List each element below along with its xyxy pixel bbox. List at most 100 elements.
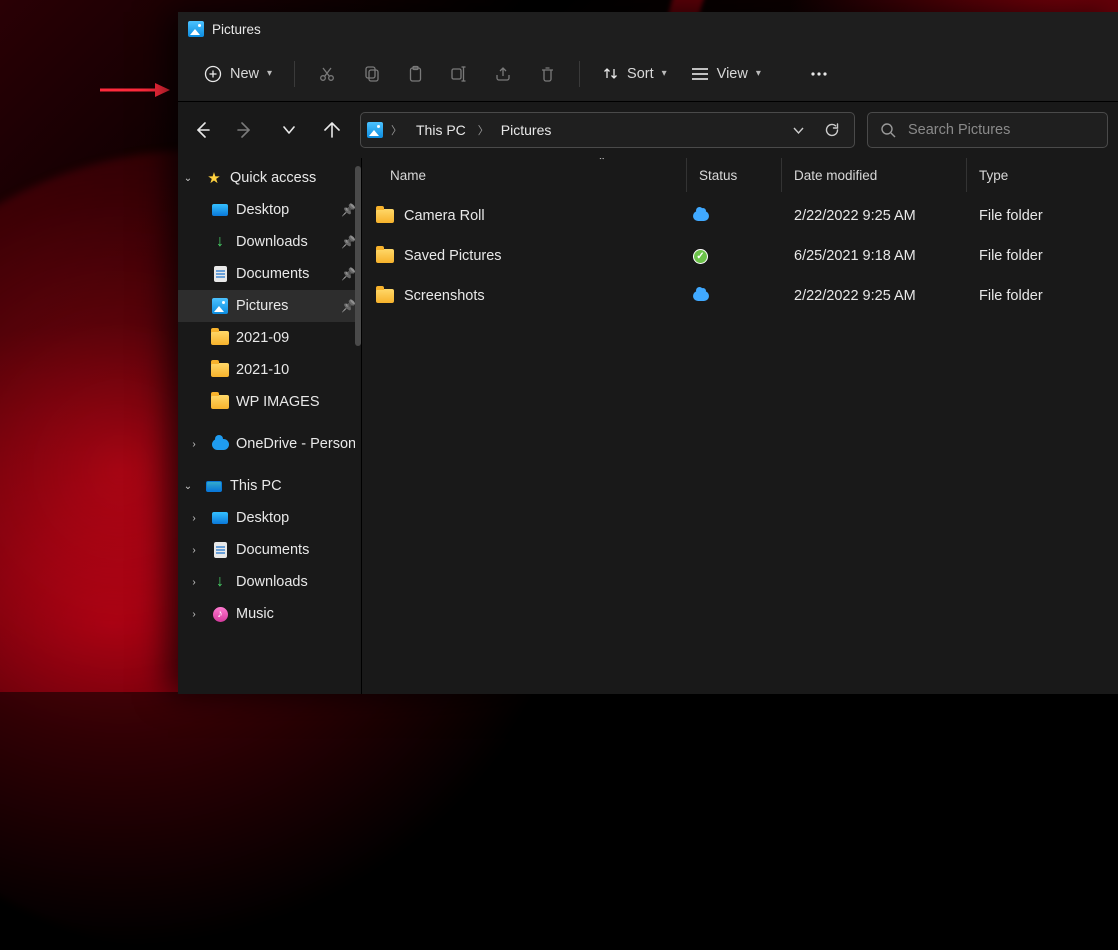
label: Date modified — [794, 168, 877, 183]
column-type[interactable]: Type — [967, 158, 1118, 192]
file-explorer-window: Pictures New ▾ — [178, 12, 1118, 694]
label: Status — [699, 168, 737, 183]
file-date: 2/22/2022 9:25 AM — [782, 288, 967, 304]
file-list: Camera Roll2/22/2022 9:25 AMFile folderS… — [362, 192, 1118, 694]
chevron-down-icon: ⌄ — [178, 173, 198, 184]
folder-icon — [211, 331, 229, 345]
navigation-row: 〉 This PC 〉 Pictures — [178, 102, 1118, 158]
sidebar-item-wp-images[interactable]: WP IMAGES — [178, 386, 361, 418]
pin-icon: 📌 — [341, 267, 355, 281]
sidebar-item-downloads[interactable]: ↓Downloads📌 — [178, 226, 361, 258]
back-button[interactable] — [186, 112, 218, 148]
search-box[interactable] — [867, 112, 1108, 148]
sidebar-item-music[interactable]: ›Music — [178, 598, 361, 630]
breadcrumb-this-pc[interactable]: This PC — [410, 118, 472, 142]
label: Quick access — [230, 170, 355, 186]
sort-label: Sort — [627, 66, 654, 82]
folder-icon — [376, 209, 394, 223]
up-button[interactable] — [317, 112, 349, 148]
forward-button[interactable] — [230, 112, 262, 148]
new-button[interactable]: New ▾ — [194, 56, 282, 92]
recent-button[interactable] — [273, 112, 305, 148]
trash-icon — [539, 65, 556, 83]
toolbar: New ▾ — [178, 46, 1118, 102]
sidebar-item-2021-09[interactable]: 2021-09 — [178, 322, 361, 354]
pictures-icon — [212, 298, 228, 314]
breadcrumb-pictures[interactable]: Pictures — [495, 118, 558, 142]
label: Downloads — [236, 574, 355, 590]
chevron-right-icon: › — [184, 513, 204, 524]
new-label: New — [230, 66, 259, 82]
pc-icon — [206, 481, 222, 492]
annotation-arrow — [100, 80, 170, 100]
label: Name — [390, 168, 426, 183]
synced-status-icon: ✓ — [693, 249, 708, 264]
address-history-button[interactable] — [782, 114, 814, 146]
breadcrumbs: This PC 〉 Pictures — [410, 118, 776, 142]
file-date: 2/22/2022 9:25 AM — [782, 208, 967, 224]
label: Pictures — [236, 298, 334, 314]
label: Documents — [236, 266, 334, 282]
sort-indicator-icon: ⌃ — [598, 158, 606, 167]
refresh-button[interactable] — [816, 114, 848, 146]
address-bar[interactable]: 〉 This PC 〉 Pictures — [360, 112, 855, 148]
more-icon — [810, 71, 828, 77]
view-icon — [691, 67, 709, 81]
share-icon — [494, 65, 512, 83]
file-row[interactable]: Camera Roll 2/22/2022 9:25 AMFile folder — [362, 196, 1118, 236]
download-icon: ↓ — [216, 573, 224, 591]
sidebar-item-pictures[interactable]: Pictures📌 — [178, 290, 361, 322]
file-name: Camera Roll — [404, 208, 485, 224]
chevron-down-icon: ▾ — [267, 68, 272, 79]
file-row[interactable]: Screenshots2/22/2022 9:25 AMFile folder — [362, 276, 1118, 316]
chevron-right-icon: › — [184, 577, 204, 588]
titlebar[interactable]: Pictures — [178, 12, 1118, 46]
label: OneDrive - Person — [236, 436, 355, 452]
copy-button[interactable] — [351, 56, 391, 92]
document-icon — [214, 266, 227, 282]
search-input[interactable] — [908, 122, 1095, 138]
sidebar-quick-access[interactable]: ⌄ ★ Quick access — [178, 162, 361, 194]
cut-icon — [318, 65, 336, 83]
sidebar-item-documents[interactable]: Documents 📌 — [178, 258, 361, 290]
view-label: View — [717, 66, 748, 82]
sidebar-item-desktop[interactable]: Desktop📌 — [178, 194, 361, 226]
chevron-right-icon: › — [184, 545, 204, 556]
breadcrumb-separator: 〉 — [476, 122, 491, 138]
file-name: Saved Pictures — [404, 248, 502, 264]
folder-icon — [376, 249, 394, 263]
sidebar-item-downloads[interactable]: › ↓ Downloads — [178, 566, 361, 598]
sidebar-onedrive[interactable]: › OneDrive - Person — [178, 428, 361, 460]
sidebar-item-documents[interactable]: ›Documents — [178, 534, 361, 566]
sidebar-item-2021-10[interactable]: 2021-10 — [178, 354, 361, 386]
cloud-status-icon — [693, 211, 709, 221]
separator — [579, 61, 580, 87]
file-row[interactable]: Saved Pictures✓6/25/2021 9:18 AMFile fol… — [362, 236, 1118, 276]
sort-button[interactable]: Sort ▾ — [592, 56, 677, 92]
folder-icon — [376, 289, 394, 303]
download-icon: ↓ — [216, 233, 224, 251]
column-date[interactable]: Date modified — [782, 158, 967, 192]
paste-button[interactable] — [395, 56, 435, 92]
chevron-down-icon: ▾ — [756, 68, 761, 79]
view-button[interactable]: View ▾ — [681, 56, 771, 92]
cut-button[interactable] — [307, 56, 347, 92]
chevron-down-icon: ▾ — [662, 68, 667, 79]
rename-button[interactable] — [439, 56, 479, 92]
share-button[interactable] — [483, 56, 523, 92]
sort-icon — [602, 65, 619, 82]
column-status[interactable]: Status — [687, 158, 782, 192]
column-name[interactable]: Name ⌃ — [362, 158, 687, 192]
navigation-pane: ⌄ ★ Quick access Desktop📌↓Downloads📌Docu… — [178, 158, 362, 694]
more-button[interactable] — [799, 56, 839, 92]
refresh-icon — [824, 122, 840, 138]
file-type: File folder — [967, 208, 1118, 224]
label: WP IMAGES — [236, 394, 355, 410]
pin-icon: 📌 — [341, 235, 355, 249]
label: Music — [236, 606, 355, 622]
delete-button[interactable] — [527, 56, 567, 92]
sidebar-item-desktop[interactable]: ›Desktop — [178, 502, 361, 534]
sidebar-scrollbar[interactable] — [355, 166, 361, 346]
desktop-icon — [212, 512, 228, 524]
sidebar-this-pc[interactable]: ⌄ This PC — [178, 470, 361, 502]
